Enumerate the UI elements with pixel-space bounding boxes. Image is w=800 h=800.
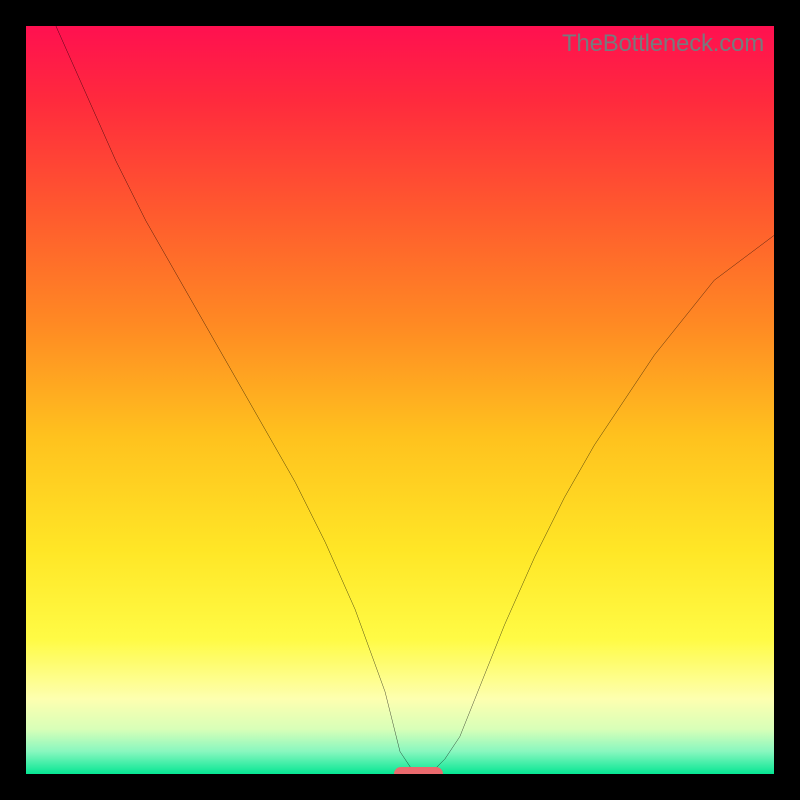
chart-frame: TheBottleneck.com [0,0,800,800]
plot-area: TheBottleneck.com [26,26,774,774]
watermark-text: TheBottleneck.com [562,30,764,58]
optimal-range-marker [394,767,443,774]
bottleneck-curve [26,26,774,774]
